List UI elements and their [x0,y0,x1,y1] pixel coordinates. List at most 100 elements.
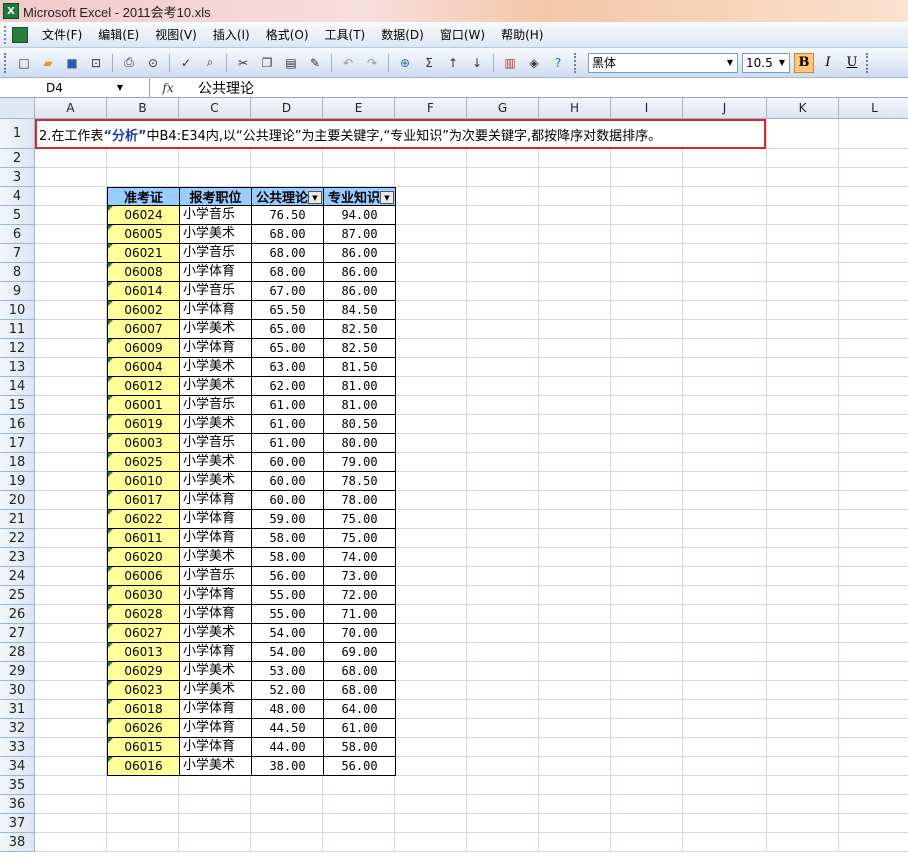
cell-j29[interactable] [683,662,767,681]
cell-j2[interactable] [683,149,767,168]
sort-descending-icon[interactable]: ↓ [467,53,487,73]
row-header[interactable]: 2 [0,149,35,168]
row-header[interactable]: 25 [0,586,35,605]
worksheet-grid[interactable]: ABCDEFGHIJKL 1 2.在工作表 “分析” 中B4:E34内,以“公共理… [0,98,908,858]
cell-a7[interactable] [35,244,107,263]
theory-score-cell[interactable]: 65.50 [251,301,324,320]
row-header[interactable]: 14 [0,377,35,396]
cell-k11[interactable] [767,320,839,339]
cell-f36[interactable] [395,795,467,814]
cell-k6[interactable] [767,225,839,244]
menu-format[interactable]: 格式(O) [258,25,317,45]
sort-ascending-icon[interactable]: ↑ [443,53,463,73]
bold-button[interactable]: B [794,52,814,73]
row-header[interactable]: 11 [0,320,35,339]
row-header[interactable]: 19 [0,472,35,491]
professional-score-cell[interactable]: 82.50 [323,339,396,358]
cell-i23[interactable] [611,548,683,567]
cell-l25[interactable] [839,586,908,605]
cell-l21[interactable] [839,510,908,529]
research-icon[interactable]: ⌕ [200,53,220,73]
cell-h25[interactable] [539,586,611,605]
cell-g13[interactable] [467,358,539,377]
cell-j28[interactable] [683,643,767,662]
cell-l11[interactable] [839,320,908,339]
cell-i30[interactable] [611,681,683,700]
theory-score-cell[interactable]: 61.00 [251,434,324,453]
cell-g38[interactable] [467,833,539,852]
cell-j15[interactable] [683,396,767,415]
professional-score-cell[interactable]: 69.00 [323,643,396,662]
row-header[interactable]: 24 [0,567,35,586]
cell-l10[interactable] [839,301,908,320]
cell-g15[interactable] [467,396,539,415]
table-header-cell[interactable]: 公共理论 ▼ [251,187,324,206]
row-header[interactable]: 34 [0,757,35,776]
cell-j13[interactable] [683,358,767,377]
cell-l34[interactable] [839,757,908,776]
cell-i4[interactable] [611,187,683,206]
cell-c3[interactable] [179,168,251,187]
cell-a15[interactable] [35,396,107,415]
cell-i14[interactable] [611,377,683,396]
cell-g31[interactable] [467,700,539,719]
cell-k17[interactable] [767,434,839,453]
column-header-k[interactable]: K [767,98,839,119]
cell-f9[interactable] [395,282,467,301]
error-indicator-icon[interactable] [108,643,113,648]
cell-i15[interactable] [611,396,683,415]
cell-h3[interactable] [539,168,611,187]
menu-data[interactable]: 数据(D) [373,25,432,45]
column-header-b[interactable]: B [107,98,179,119]
cell-h13[interactable] [539,358,611,377]
cell-i25[interactable] [611,586,683,605]
cell-g20[interactable] [467,491,539,510]
cell-i37[interactable] [611,814,683,833]
cell-i16[interactable] [611,415,683,434]
professional-score-cell[interactable]: 78.50 [323,472,396,491]
position-cell[interactable]: 小学美术 [179,624,252,643]
professional-score-cell[interactable]: 86.00 [323,263,396,282]
error-indicator-icon[interactable] [108,662,113,667]
cell-l19[interactable] [839,472,908,491]
cell-g27[interactable] [467,624,539,643]
exam-id-cell[interactable]: 06022 [107,510,180,529]
cell-d37[interactable] [251,814,323,833]
cell-b3[interactable] [107,168,179,187]
cell-j22[interactable] [683,529,767,548]
professional-score-cell[interactable]: 56.00 [323,757,396,776]
cell-l29[interactable] [839,662,908,681]
exam-id-cell[interactable]: 06002 [107,301,180,320]
cell-l1[interactable] [839,119,908,149]
cell-l9[interactable] [839,282,908,301]
professional-score-cell[interactable]: 94.00 [323,206,396,225]
cell-j33[interactable] [683,738,767,757]
professional-score-cell[interactable]: 79.00 [323,453,396,472]
cell-i2[interactable] [611,149,683,168]
error-indicator-icon[interactable] [108,624,113,629]
cell-a3[interactable] [35,168,107,187]
cell-f20[interactable] [395,491,467,510]
menu-window[interactable]: 窗口(W) [432,25,493,45]
cell-j14[interactable] [683,377,767,396]
cell-j34[interactable] [683,757,767,776]
professional-score-cell[interactable]: 80.50 [323,415,396,434]
menu-help[interactable]: 帮助(H) [493,25,551,45]
cell-i24[interactable] [611,567,683,586]
cell-a25[interactable] [35,586,107,605]
theory-score-cell[interactable]: 56.00 [251,567,324,586]
cell-l35[interactable] [839,776,908,795]
cell-h14[interactable] [539,377,611,396]
row-header[interactable]: 6 [0,225,35,244]
cell-h36[interactable] [539,795,611,814]
cell-l8[interactable] [839,263,908,282]
row-header[interactable]: 20 [0,491,35,510]
cell-j27[interactable] [683,624,767,643]
cell-h4[interactable] [539,187,611,206]
cell-i19[interactable] [611,472,683,491]
theory-score-cell[interactable]: 62.00 [251,377,324,396]
cell-k24[interactable] [767,567,839,586]
cell-h35[interactable] [539,776,611,795]
cell-k25[interactable] [767,586,839,605]
cell-f25[interactable] [395,586,467,605]
